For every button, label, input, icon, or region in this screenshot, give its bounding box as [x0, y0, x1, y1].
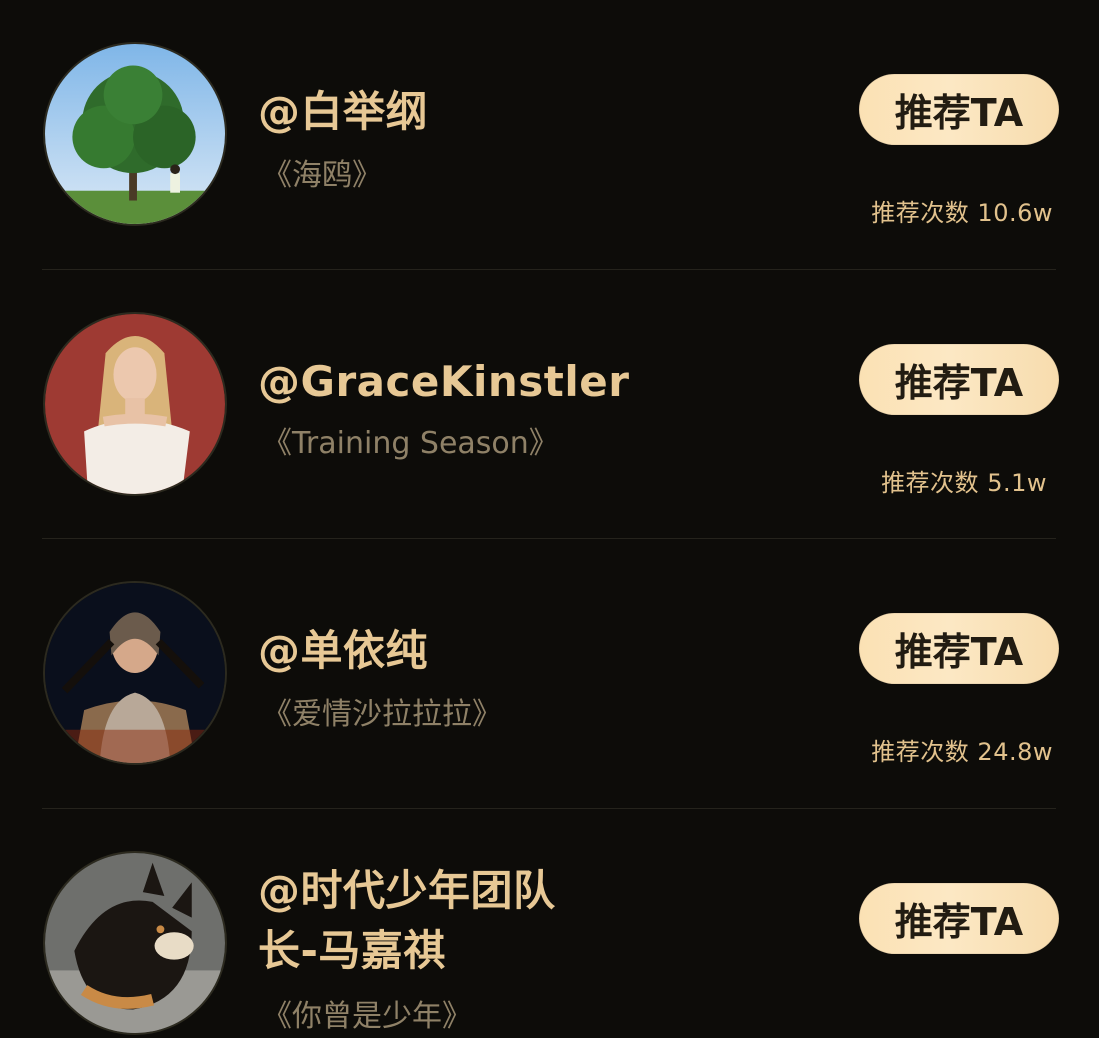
count-value: 5.1w	[987, 469, 1047, 497]
recommend-count: 推荐次数 5.1w	[881, 463, 1047, 498]
count-label: 推荐次数	[871, 738, 970, 766]
artist-name-line1: @时代少年团队	[258, 866, 556, 915]
list-item: @白举纲 《海鸥》 推荐TA 推荐次数 10.6w	[0, 0, 1099, 269]
recommend-count: 推荐次数 24.8w	[871, 732, 1053, 767]
count-value: 24.8w	[977, 738, 1053, 766]
avatar[interactable]	[43, 42, 227, 226]
song-title: 《Training Season》	[262, 426, 559, 461]
count-label: 推荐次数	[881, 469, 980, 497]
singer-portrait-icon	[45, 583, 225, 763]
woman-portrait-icon	[45, 314, 225, 494]
recommend-button[interactable]: 推荐TA	[859, 74, 1059, 145]
artist-name: @GraceKinstler	[258, 357, 630, 406]
recommend-button[interactable]: 推荐TA	[859, 883, 1059, 954]
list-item: @GraceKinstler 《Training Season》 推荐TA 推荐…	[0, 270, 1099, 538]
count-label: 推荐次数	[871, 199, 970, 227]
artist-name-line2: 长-马嘉祺	[258, 926, 446, 975]
tree-photo-icon	[45, 44, 225, 224]
avatar[interactable]	[43, 312, 227, 496]
song-title: 《海鸥》	[262, 158, 382, 193]
recommend-count: 推荐次数 10.6w	[871, 193, 1053, 228]
avatar[interactable]	[43, 581, 227, 765]
song-title: 《爱情沙拉拉拉》	[262, 697, 502, 732]
recommend-button[interactable]: 推荐TA	[859, 613, 1059, 684]
artist-name: @单依纯	[258, 626, 429, 675]
list-item: @时代少年团队 长-马嘉祺 《你曾是少年》 推荐TA	[0, 809, 1099, 1038]
list-item: @单依纯 《爱情沙拉拉拉》 推荐TA 推荐次数 24.8w	[0, 539, 1099, 808]
recommend-button[interactable]: 推荐TA	[859, 344, 1059, 415]
count-value: 10.6w	[977, 199, 1053, 227]
artist-name: @白举纲	[258, 87, 429, 136]
avatar[interactable]	[43, 851, 227, 1035]
song-title: 《你曾是少年》	[262, 999, 472, 1034]
dog-photo-icon	[45, 853, 225, 1033]
